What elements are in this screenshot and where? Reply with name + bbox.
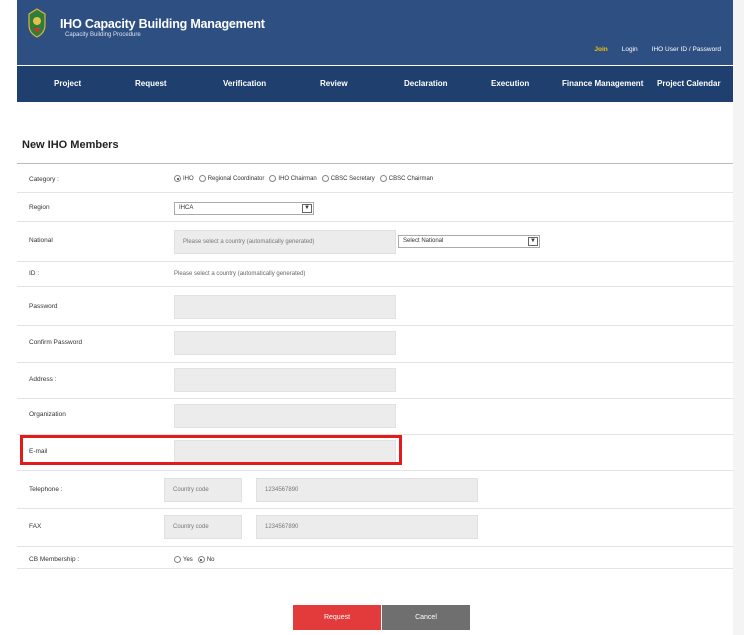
- user-id-password-link[interactable]: IHO User ID / Password: [652, 46, 721, 53]
- region-label: Region: [29, 204, 50, 211]
- address-input[interactable]: [174, 368, 396, 392]
- radio-iho-circle[interactable]: [174, 175, 181, 182]
- chevron-down-icon: ▼: [302, 204, 312, 213]
- app-header: IHO Capacity Building Management Capacit…: [17, 0, 733, 65]
- telephone-number-input[interactable]: 1234567890: [256, 478, 478, 502]
- chevron-down-icon: ▼: [528, 237, 538, 246]
- nav-project[interactable]: Project: [54, 79, 81, 88]
- radio-no-circle[interactable]: [197, 556, 205, 563]
- category-label: Category :: [29, 176, 59, 183]
- password-input[interactable]: [174, 295, 396, 319]
- id-label: ID :: [29, 270, 40, 277]
- radio-regional-coordinator[interactable]: Regional Coordinator: [198, 175, 264, 182]
- national-auto-field: Please select a country (automatically g…: [174, 230, 396, 254]
- app-subtitle: Capacity Building Procedure: [65, 32, 141, 38]
- radio-iho-chairman[interactable]: IHO Chairman: [269, 175, 317, 182]
- region-select[interactable]: IHCA ▼: [174, 202, 314, 215]
- category-radio-group: IHO Regional Coordinator IHO Chairman CB…: [174, 175, 433, 182]
- app-title: IHO Capacity Building Management: [60, 17, 265, 31]
- fax-label: FAX: [29, 523, 42, 530]
- radio-cbsc-secretary[interactable]: CBSC Secretary: [321, 175, 375, 182]
- radio-no[interactable]: No: [197, 556, 214, 563]
- main-nav: Project Request Verification Review Decl…: [17, 66, 733, 102]
- national-label: National: [29, 237, 53, 244]
- form-top-border: [17, 163, 733, 164]
- radio-iho-chairman-circle[interactable]: [269, 175, 277, 182]
- id-auto-text: Please select a country (automatically g…: [174, 271, 306, 277]
- nav-verification[interactable]: Verification: [223, 79, 266, 88]
- cb-membership-label: CB Membership :: [29, 556, 80, 563]
- right-scroll-area: [733, 0, 744, 635]
- top-links: Join Login IHO User ID / Password: [594, 46, 721, 53]
- join-link[interactable]: Join: [594, 46, 607, 53]
- national-select[interactable]: Select National ▼: [398, 235, 540, 248]
- radio-cbsc-chairman-circle[interactable]: [379, 175, 387, 182]
- page: IHO Capacity Building Management Capacit…: [0, 0, 733, 635]
- radio-iho[interactable]: IHO: [174, 175, 194, 182]
- organization-input[interactable]: [174, 404, 396, 428]
- form-title: New IHO Members: [22, 139, 119, 151]
- login-link[interactable]: Login: [622, 46, 638, 53]
- email-highlight-box: [20, 435, 402, 465]
- fax-country-code-input[interactable]: Country code: [164, 515, 242, 539]
- request-button[interactable]: Request: [293, 605, 381, 630]
- radio-regional-coordinator-circle[interactable]: [198, 175, 206, 182]
- fax-number-input[interactable]: 1234567890: [256, 515, 478, 539]
- radio-cbsc-chairman[interactable]: CBSC Chairman: [379, 175, 433, 182]
- radio-cbsc-secretary-circle[interactable]: [321, 175, 329, 182]
- radio-yes-circle[interactable]: [174, 556, 181, 563]
- nav-execution[interactable]: Execution: [491, 79, 529, 88]
- iho-logo-icon: [28, 8, 46, 38]
- confirm-password-label: Confirm Password: [29, 339, 83, 346]
- telephone-label: Telephone :: [29, 486, 63, 493]
- telephone-country-code-input[interactable]: Country code: [164, 478, 242, 502]
- nav-review[interactable]: Review: [320, 79, 348, 88]
- confirm-password-input[interactable]: [174, 331, 396, 355]
- cb-membership-radio-group: Yes No: [174, 556, 214, 563]
- nav-declaration[interactable]: Declaration: [404, 79, 448, 88]
- address-label: Address :: [29, 376, 57, 383]
- radio-yes[interactable]: Yes: [174, 556, 193, 563]
- organization-label: Organization: [29, 411, 66, 418]
- password-label: Password: [29, 303, 58, 310]
- nav-request[interactable]: Request: [135, 79, 167, 88]
- cancel-button[interactable]: Cancel: [382, 605, 470, 630]
- nav-finance-management[interactable]: Finance Management: [562, 79, 643, 88]
- nav-project-calendar[interactable]: Project Calendar: [657, 79, 721, 88]
